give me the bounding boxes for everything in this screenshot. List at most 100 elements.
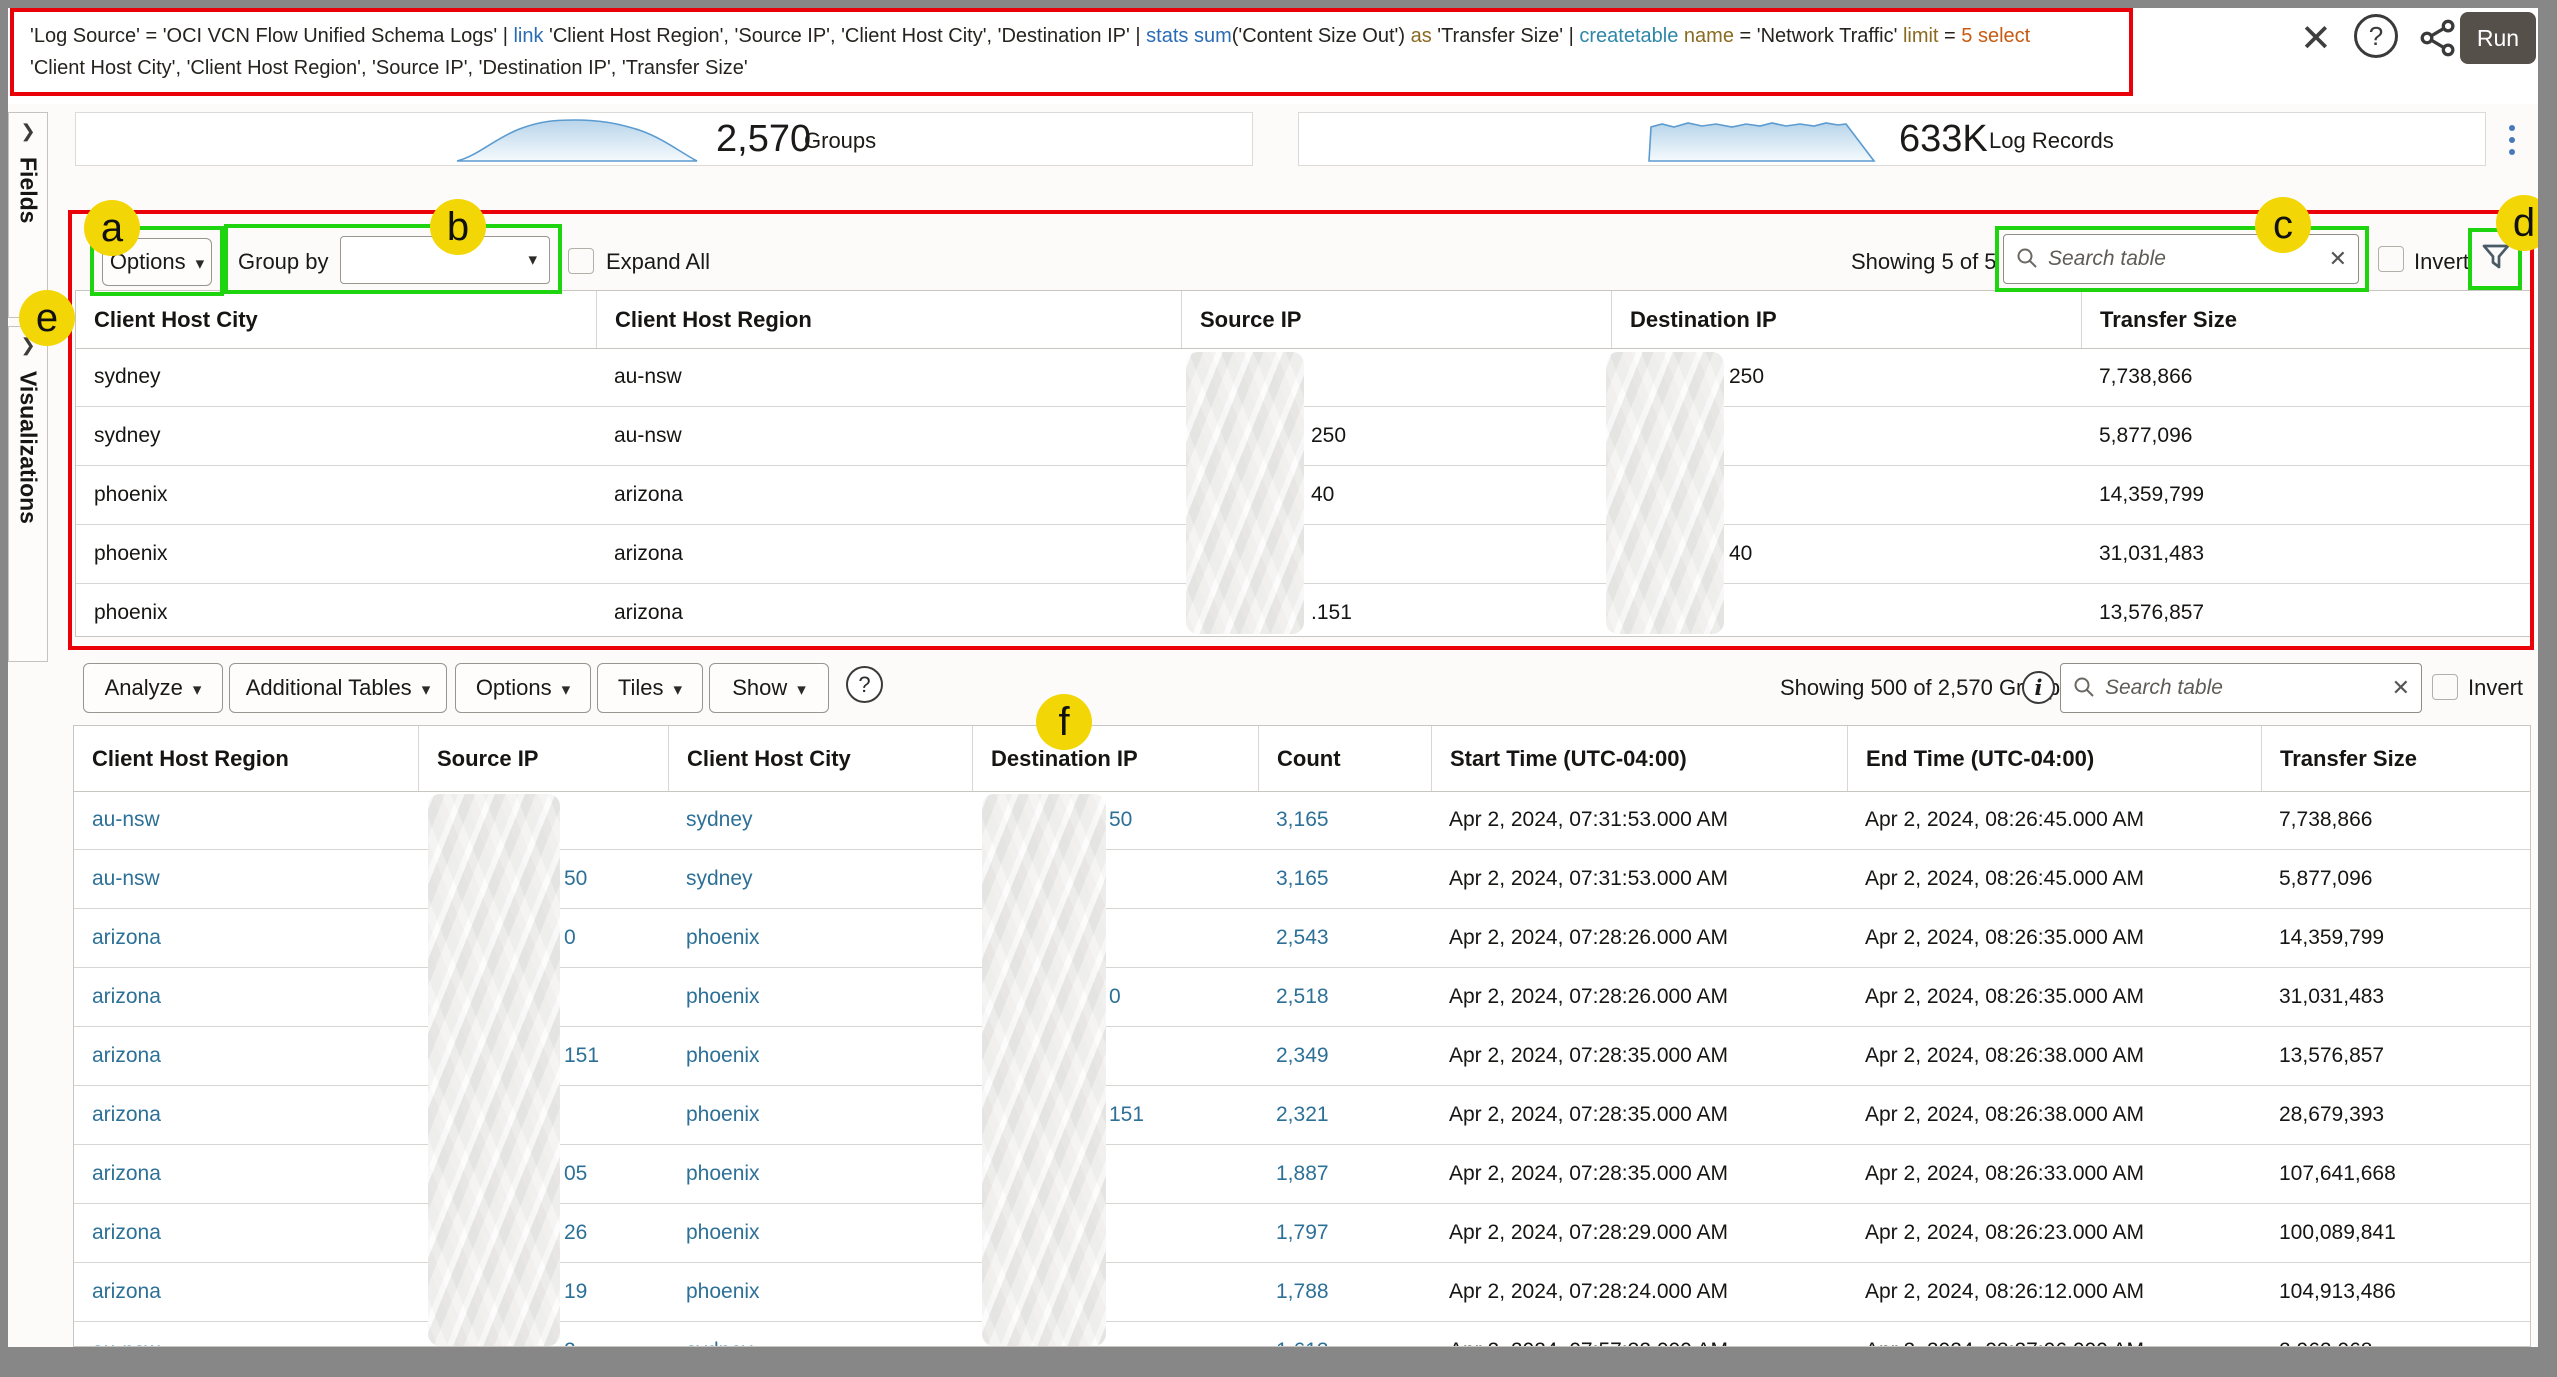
- table2-cell-count[interactable]: 1,613: [1276, 1322, 1329, 1347]
- table2-cell-destination-ip-partial[interactable]: 50: [1109, 791, 1132, 849]
- table2-header-5[interactable]: Start Time (UTC-04:00): [1431, 726, 1847, 791]
- table1-header-0[interactable]: Client Host City: [76, 291, 596, 348]
- table2-cell-client-host-city[interactable]: phoenix: [686, 1027, 760, 1085]
- info-icon[interactable]: i: [2022, 671, 2055, 704]
- table1-header-4[interactable]: Transfer Size: [2081, 291, 2531, 348]
- table1-cell-destination-ip-partial: 40: [1729, 525, 1752, 583]
- table2-cell-end-time: Apr 2, 2024, 08:26:38.000 AM: [1865, 1027, 2144, 1085]
- table1-header-3[interactable]: Destination IP: [1611, 291, 2081, 348]
- table2-header-row: Client Host RegionSource IPClient Host C…: [74, 726, 2530, 792]
- table2-cell-transfer-size: 2,962,068: [2279, 1322, 2372, 1347]
- table2-cell-destination-ip-partial[interactable]: 0: [1109, 968, 1121, 1026]
- options-button-2[interactable]: Options: [455, 663, 591, 713]
- table2-cell-count[interactable]: 2,321: [1276, 1086, 1329, 1144]
- table2-cell-count[interactable]: 2,518: [1276, 968, 1329, 1026]
- sidebar-tab-fields[interactable]: ❯ Fields: [8, 112, 48, 318]
- table2-cell-client-host-region[interactable]: au-nsw: [92, 1322, 160, 1347]
- query-token: link: [513, 25, 543, 47]
- clear-search-icon[interactable]: ✕: [2392, 663, 2410, 713]
- redaction-blob-table2-destination-ip: [982, 794, 1106, 1346]
- table1-header-1[interactable]: Client Host Region: [596, 291, 1181, 348]
- table2-header-6[interactable]: End Time (UTC-04:00): [1847, 726, 2261, 791]
- table2-cell-client-host-city[interactable]: phoenix: [686, 1086, 760, 1144]
- kebab-menu-icon[interactable]: [2502, 118, 2522, 162]
- table1-cell-client-host-city: sydney: [94, 348, 161, 406]
- table2-cell-destination-ip-partial[interactable]: 151: [1109, 1086, 1144, 1144]
- table1-cell-transfer-size: 13,576,857: [2099, 584, 2204, 637]
- table1-cell-client-host-city: phoenix: [94, 584, 168, 637]
- analyze-button[interactable]: Analyze: [83, 663, 223, 713]
- table2-cell-transfer-size: 100,089,841: [2279, 1204, 2396, 1262]
- table2-header-7[interactable]: Transfer Size: [2261, 726, 2530, 791]
- table2-cell-transfer-size: 28,679,393: [2279, 1086, 2384, 1144]
- invert-checkbox-table2[interactable]: [2432, 674, 2458, 700]
- table2-cell-count[interactable]: 2,349: [1276, 1027, 1329, 1085]
- table2-cell-client-host-city[interactable]: phoenix: [686, 1204, 760, 1262]
- table2-cell-client-host-region[interactable]: au-nsw: [92, 850, 160, 908]
- help-icon[interactable]: ?: [2354, 14, 2398, 58]
- table2-cell-client-host-city[interactable]: phoenix: [686, 909, 760, 967]
- table2-cell-source-ip-partial[interactable]: 50: [564, 850, 587, 908]
- table2-search-input[interactable]: [2060, 663, 2422, 713]
- annotation-label-a: a: [84, 200, 140, 256]
- table2-cell-transfer-size: 14,359,799: [2279, 909, 2384, 967]
- table2-cell-source-ip-partial[interactable]: 151: [564, 1027, 599, 1085]
- table2-cell-transfer-size: 31,031,483: [2279, 968, 2384, 1026]
- invert-checkbox-table1[interactable]: [2378, 246, 2404, 272]
- run-button[interactable]: Run: [2460, 12, 2536, 64]
- table2-cell-client-host-region[interactable]: au-nsw: [92, 791, 160, 849]
- groups-label: Groups: [804, 124, 876, 158]
- table2-cell-client-host-region[interactable]: arizona: [92, 1027, 161, 1085]
- table2-cell-source-ip-partial[interactable]: 2: [564, 1322, 576, 1347]
- table2-cell-client-host-region[interactable]: arizona: [92, 1263, 161, 1321]
- table2-header-2[interactable]: Client Host City: [668, 726, 972, 791]
- share-icon[interactable]: [2416, 16, 2460, 60]
- table2-cell-client-host-city[interactable]: sydney: [686, 1322, 753, 1347]
- clear-search-icon[interactable]: ✕: [2329, 234, 2347, 284]
- table1-cell-transfer-size: 5,877,096: [2099, 407, 2192, 465]
- table2-header-1[interactable]: Source IP: [418, 726, 668, 791]
- table2-cell-count[interactable]: 1,788: [1276, 1263, 1329, 1321]
- expand-all-checkbox[interactable]: [568, 248, 594, 274]
- table2-cell-client-host-region[interactable]: arizona: [92, 1204, 161, 1262]
- table2-cell-source-ip-partial[interactable]: 26: [564, 1204, 587, 1262]
- tiles-button-label: Tiles: [618, 675, 664, 701]
- table2-cell-source-ip-partial[interactable]: 19: [564, 1263, 587, 1321]
- table2-cell-count[interactable]: 1,797: [1276, 1204, 1329, 1262]
- redaction-blob-table2-source-ip: [428, 794, 560, 1346]
- table2-cell-client-host-city[interactable]: sydney: [686, 850, 753, 908]
- frame-border: [0, 1347, 2557, 1377]
- table2-cell-count[interactable]: 3,165: [1276, 850, 1329, 908]
- table2-header-0[interactable]: Client Host Region: [74, 726, 418, 791]
- table2-cell-count[interactable]: 3,165: [1276, 791, 1329, 849]
- show-button[interactable]: Show: [709, 663, 829, 713]
- table2-header-4[interactable]: Count: [1258, 726, 1431, 791]
- table2-cell-source-ip-partial[interactable]: 0: [564, 909, 576, 967]
- table2-cell-client-host-city[interactable]: phoenix: [686, 1145, 760, 1203]
- table2-cell-client-host-region[interactable]: arizona: [92, 1086, 161, 1144]
- sidebar-tab-visualizations[interactable]: ❯ Visualizations: [8, 326, 48, 662]
- query-token: =: [1938, 25, 1961, 47]
- table2-cell-start-time: Apr 2, 2024, 07:28:26.000 AM: [1449, 968, 1728, 1026]
- search-icon: [2072, 675, 2096, 699]
- table2-cell-source-ip-partial[interactable]: 05: [564, 1145, 587, 1203]
- tiles-button[interactable]: Tiles: [597, 663, 703, 713]
- options-button-2-label: Options: [476, 675, 552, 701]
- table2-cell-client-host-city[interactable]: sydney: [686, 791, 753, 849]
- help-icon[interactable]: ?: [846, 666, 883, 703]
- table2-cell-count[interactable]: 2,543: [1276, 909, 1329, 967]
- close-icon[interactable]: ✕: [2300, 16, 2332, 61]
- table2-cell-count[interactable]: 1,887: [1276, 1145, 1329, 1203]
- table2-header-3[interactable]: Destination IP: [972, 726, 1258, 791]
- table2-cell-client-host-region[interactable]: arizona: [92, 968, 161, 1026]
- table1-cell-transfer-size: 14,359,799: [2099, 466, 2204, 524]
- query-editor[interactable]: 'Log Source' = 'OCI VCN Flow Unified Sch…: [10, 8, 2133, 96]
- table1-cell-client-host-region: arizona: [614, 584, 683, 637]
- table2-cell-client-host-city[interactable]: phoenix: [686, 968, 760, 1026]
- table2-cell-client-host-region[interactable]: arizona: [92, 909, 161, 967]
- table1-header-2[interactable]: Source IP: [1181, 291, 1611, 348]
- annotation-label-c: c: [2255, 197, 2311, 253]
- additional-tables-button[interactable]: Additional Tables: [229, 663, 447, 713]
- table2-cell-client-host-city[interactable]: phoenix: [686, 1263, 760, 1321]
- table2-cell-client-host-region[interactable]: arizona: [92, 1145, 161, 1203]
